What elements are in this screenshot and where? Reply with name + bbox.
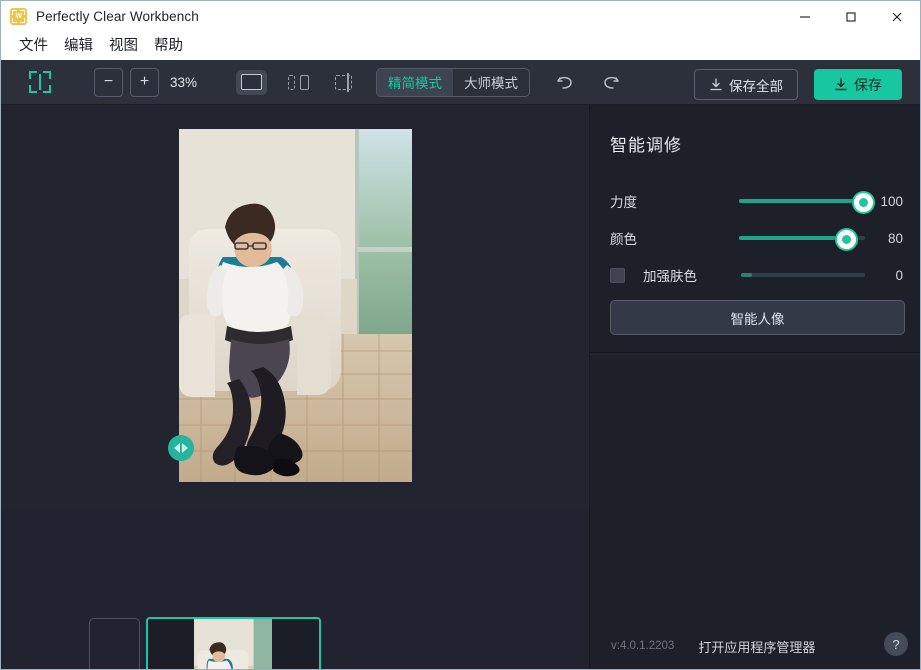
title-bar: W Perfectly Clear Workbench [1, 1, 920, 32]
arrow-left-icon [174, 443, 180, 453]
split-compare-icon [335, 72, 356, 92]
color-label: 颜色 [610, 232, 637, 247]
zoom-level: 33% [170, 74, 198, 90]
compare-slider-handle[interactable] [168, 435, 194, 461]
mode-simple-button[interactable]: 精简模式 [377, 68, 454, 96]
preview-image [179, 129, 412, 482]
menu-view[interactable]: 视图 [101, 35, 146, 57]
panel-divider-highlight [590, 354, 920, 355]
save-controls: 保存全部 保存 [694, 69, 902, 100]
image-canvas[interactable]: + [1, 105, 589, 669]
view-split-button[interactable] [283, 70, 314, 95]
menu-file[interactable]: 文件 [11, 35, 56, 57]
single-view-icon [241, 74, 263, 90]
strength-row: 力度 100 [610, 190, 903, 214]
undo-icon[interactable] [554, 71, 576, 93]
version-label: v:4.0.1.2203 [611, 640, 675, 652]
save-label: 保存 [854, 76, 882, 93]
split-view-icon [288, 74, 310, 90]
history-controls [554, 71, 622, 93]
slider-fill [740, 273, 753, 277]
save-all-button[interactable]: 保存全部 [694, 69, 798, 100]
panel-footer: v:4.0.1.2203 打开应用程序管理器 ? [590, 622, 920, 669]
open-app-manager-link[interactable]: 打开应用程序管理器 [698, 637, 815, 656]
color-row: 颜色 80 [610, 227, 903, 251]
view-split-vertical-button[interactable] [330, 70, 361, 95]
strength-slider[interactable] [738, 191, 875, 214]
help-icon[interactable]: ? [884, 632, 908, 656]
skin-tone-label: 加强肤色 [643, 269, 697, 284]
redo-icon[interactable] [600, 71, 622, 93]
skin-tone-slider[interactable] [740, 273, 866, 277]
preview-image-wrapper[interactable] [168, 129, 412, 482]
arrow-right-icon [182, 443, 188, 453]
zoom-controls: − + 33% [94, 67, 198, 97]
zoom-out-button[interactable]: − [94, 67, 123, 97]
maximize-button[interactable] [828, 1, 874, 32]
slider-fill [738, 236, 840, 240]
skin-tone-value: 0 [895, 267, 903, 283]
save-all-label: 保存全部 [729, 78, 783, 94]
filmstrip-thumbnail[interactable] [146, 617, 321, 669]
save-button[interactable]: 保存 [814, 69, 902, 100]
window-title: Perfectly Clear Workbench [36, 9, 199, 24]
strength-label: 力度 [610, 195, 637, 210]
menu-edit[interactable]: 编辑 [56, 35, 101, 57]
mode-toggle-group: 精简模式 大师模式 [376, 67, 531, 97]
menu-bar: 文件 编辑 视图 帮助 [1, 32, 920, 60]
close-button[interactable] [874, 1, 920, 32]
panel-divider [590, 352, 920, 353]
slider-thumb[interactable] [834, 228, 858, 251]
minimize-button[interactable] [782, 1, 828, 32]
download-icon [710, 77, 722, 90]
view-mode-group [236, 69, 361, 95]
mode-master-button[interactable]: 大师模式 [453, 69, 529, 96]
smart-portrait-button[interactable]: 智能人像 [610, 300, 905, 335]
application-window: W Perfectly Clear Workbench 文件 编辑 视图 帮助 … [0, 0, 921, 670]
menu-help[interactable]: 帮助 [146, 35, 191, 57]
adjustments-panel: 智能调修 力度 100 颜色 80 加强肤色 0 智能人像 v:4.0.1.22… [589, 105, 920, 669]
add-image-button[interactable]: + [89, 618, 140, 669]
skin-tone-checkbox[interactable] [610, 267, 625, 283]
slider-thumb[interactable] [851, 191, 875, 214]
app-logo-icon: W [10, 8, 27, 25]
color-value: 80 [887, 230, 903, 246]
thumbnail-image [194, 619, 272, 669]
toolbar: − + 33% 精简模式 大师模式 保存全部 保存 [1, 60, 920, 105]
download-icon [835, 77, 847, 90]
panel-title: 智能调修 [610, 136, 682, 155]
view-single-button[interactable] [236, 69, 268, 95]
fit-to-screen-icon[interactable] [29, 71, 51, 93]
window-controls [782, 1, 920, 32]
skin-tone-row: 加强肤色 0 [610, 264, 903, 286]
color-slider[interactable] [738, 228, 865, 251]
zoom-in-button[interactable]: + [130, 67, 159, 97]
filmstrip: + [1, 509, 589, 669]
slider-fill [738, 199, 865, 203]
